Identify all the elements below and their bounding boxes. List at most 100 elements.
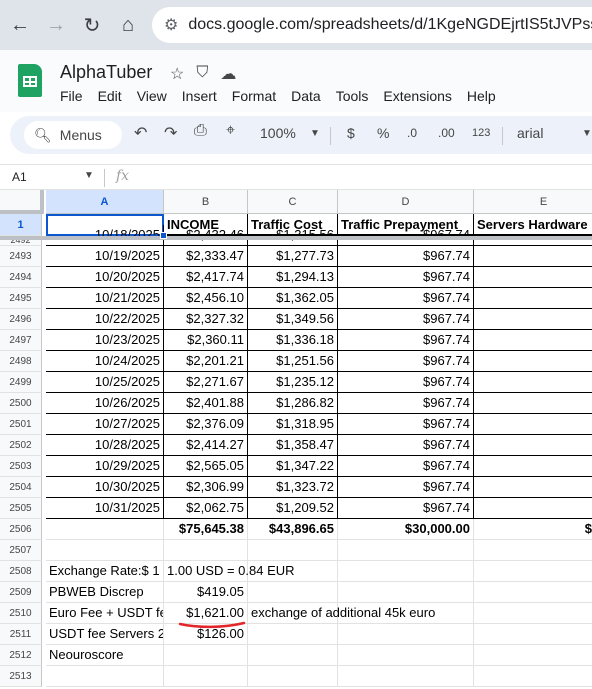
- row-header[interactable]: 2508: [0, 561, 42, 582]
- note-label-cell[interactable]: Euro Fee + USDT fee: [46, 603, 164, 624]
- row-header[interactable]: 2498: [0, 351, 42, 372]
- row-header[interactable]: 2500: [0, 393, 42, 414]
- zoom-select[interactable]: 100%: [260, 125, 296, 141]
- address-bar[interactable]: ⚙ docs.google.com/spreadsheets/d/1KgeNGD…: [152, 7, 592, 43]
- table-cell[interactable]: $967.74: [338, 288, 474, 309]
- back-icon[interactable]: ←: [2, 7, 38, 43]
- row-header[interactable]: 2504: [0, 477, 42, 498]
- table-cell[interactable]: 10/27/2025: [46, 414, 164, 435]
- table-cell[interactable]: $2,333.47: [164, 246, 248, 267]
- table-cell[interactable]: $1,336.18: [248, 330, 338, 351]
- note-value-cell[interactable]: [164, 540, 248, 561]
- row-header[interactable]: 2502: [0, 435, 42, 456]
- table-cell[interactable]: $: [474, 267, 592, 288]
- row-header[interactable]: 2513: [0, 666, 42, 687]
- table-cell[interactable]: $2,376.09: [164, 414, 248, 435]
- note-label-cell[interactable]: Neouroscore: [46, 645, 164, 666]
- menu-help[interactable]: Help: [467, 88, 496, 104]
- table-cell[interactable]: $2,360.11: [164, 330, 248, 351]
- paint-format-icon[interactable]: ⌖: [226, 122, 235, 140]
- table-cell[interactable]: $: [474, 477, 592, 498]
- table-cell[interactable]: $1,251.56: [248, 351, 338, 372]
- table-cell[interactable]: $967.74: [338, 351, 474, 372]
- table-cell[interactable]: $1,358.47: [248, 435, 338, 456]
- table-cell[interactable]: 10/31/2025: [46, 498, 164, 519]
- note-comment-cell[interactable]: [248, 582, 338, 603]
- reload-icon[interactable]: ↻: [74, 7, 110, 43]
- table-cell[interactable]: $2,456.10: [164, 288, 248, 309]
- table-cell[interactable]: $967.74: [338, 414, 474, 435]
- sheets-logo-icon[interactable]: [18, 64, 42, 97]
- row-header[interactable]: 2509: [0, 582, 42, 603]
- table-cell[interactable]: $967.74: [338, 393, 474, 414]
- empty-cell[interactable]: [338, 645, 474, 666]
- menu-edit[interactable]: Edit: [98, 88, 122, 104]
- menu-format[interactable]: Format: [232, 88, 276, 104]
- row-header[interactable]: 2495: [0, 288, 42, 309]
- number-format-button[interactable]: 123: [472, 127, 490, 139]
- empty-cell[interactable]: [338, 624, 474, 645]
- table-cell[interactable]: $1,349.56: [248, 309, 338, 330]
- menu-view[interactable]: View: [137, 88, 167, 104]
- table-cell[interactable]: $967.74: [338, 309, 474, 330]
- table-cell[interactable]: $1,286.82: [248, 393, 338, 414]
- column-header-e[interactable]: E: [474, 190, 592, 214]
- table-cell[interactable]: 10/28/2025: [46, 435, 164, 456]
- table-cell[interactable]: $1,235.12: [248, 372, 338, 393]
- row-header[interactable]: 2507: [0, 540, 42, 561]
- name-box[interactable]: A1: [12, 170, 27, 184]
- site-settings-icon[interactable]: ⚙: [164, 15, 178, 35]
- total-cell[interactable]: $2,5: [474, 519, 592, 540]
- table-cell[interactable]: $: [474, 372, 592, 393]
- percent-format-button[interactable]: %: [377, 125, 389, 141]
- table-cell[interactable]: $: [474, 288, 592, 309]
- table-cell[interactable]: $: [474, 393, 592, 414]
- table-cell[interactable]: $: [474, 498, 592, 519]
- table-cell[interactable]: $2,062.75: [164, 498, 248, 519]
- note-value-cell[interactable]: [164, 666, 248, 687]
- table-cell[interactable]: $: [474, 414, 592, 435]
- menu-search[interactable]: 🔍︎ Menus: [24, 121, 122, 149]
- table-cell[interactable]: [46, 519, 164, 540]
- font-select[interactable]: arial: [517, 125, 543, 141]
- decrease-decimal-button[interactable]: .0: [407, 126, 417, 140]
- empty-cell[interactable]: [474, 540, 592, 561]
- table-cell[interactable]: $2,271.67: [164, 372, 248, 393]
- undo-icon[interactable]: ↶: [134, 123, 147, 143]
- menu-tools[interactable]: Tools: [336, 88, 369, 104]
- row-header[interactable]: 2511: [0, 624, 42, 645]
- row-header[interactable]: 2505: [0, 498, 42, 519]
- table-cell[interactable]: $1,323.72: [248, 477, 338, 498]
- selection-handle[interactable]: [160, 232, 167, 239]
- row-header[interactable]: 2497: [0, 330, 42, 351]
- note-label-cell[interactable]: PBWEB Discrep: [46, 582, 164, 603]
- table-cell[interactable]: $967.74: [338, 498, 474, 519]
- table-cell[interactable]: $2,401.88: [164, 393, 248, 414]
- home-icon[interactable]: ⌂: [110, 7, 146, 43]
- table-cell[interactable]: 10/23/2025: [46, 330, 164, 351]
- note-comment-cell[interactable]: [248, 666, 338, 687]
- menu-extensions[interactable]: Extensions: [383, 88, 451, 104]
- table-cell[interactable]: $: [474, 309, 592, 330]
- table-cell[interactable]: $967.74: [338, 246, 474, 267]
- forward-icon[interactable]: →: [38, 7, 74, 43]
- empty-cell[interactable]: [338, 540, 474, 561]
- row-header[interactable]: 2512: [0, 645, 42, 666]
- table-cell[interactable]: 10/19/2025: [46, 246, 164, 267]
- empty-cell[interactable]: [474, 603, 592, 624]
- table-cell[interactable]: 10/26/2025: [46, 393, 164, 414]
- table-cell[interactable]: $1,347.22: [248, 456, 338, 477]
- table-cell[interactable]: $1,318.95: [248, 414, 338, 435]
- freeze-divider[interactable]: [0, 236, 592, 240]
- table-cell[interactable]: $2,417.74: [164, 267, 248, 288]
- row-header[interactable]: 2503: [0, 456, 42, 477]
- table-cell[interactable]: $: [474, 246, 592, 267]
- total-cell[interactable]: $75,645.38: [164, 519, 248, 540]
- empty-cell[interactable]: [338, 582, 474, 603]
- row-header[interactable]: 2496: [0, 309, 42, 330]
- table-cell[interactable]: $: [474, 330, 592, 351]
- empty-cell[interactable]: [474, 582, 592, 603]
- table-cell[interactable]: $1,294.13: [248, 267, 338, 288]
- column-header-a[interactable]: A: [46, 190, 164, 214]
- note-value-cell[interactable]: [164, 645, 248, 666]
